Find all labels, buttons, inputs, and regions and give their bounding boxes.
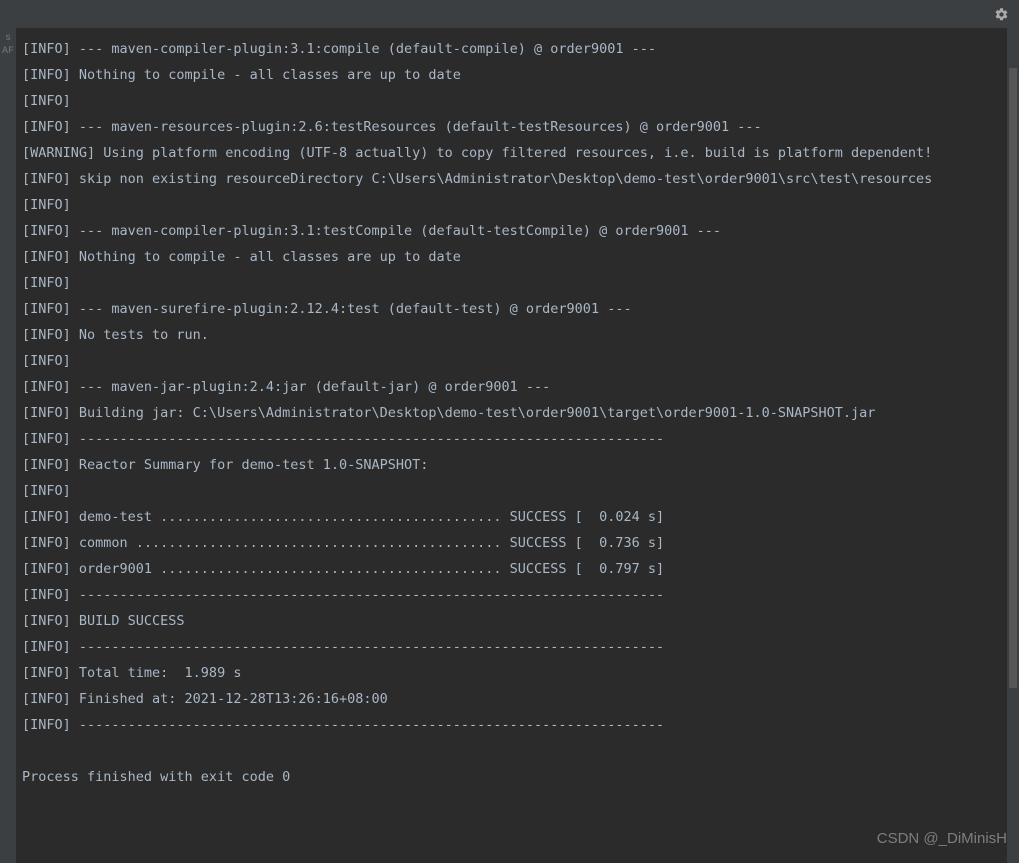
console-gutter: s AF [0, 28, 16, 863]
scrollbar-track[interactable] [1007, 28, 1019, 863]
scrollbar-thumb[interactable] [1009, 68, 1017, 688]
gutter-mark: s [0, 32, 16, 45]
gutter-mark: AF [0, 45, 16, 58]
console-output-wrap: [INFO] --- maven-compiler-plugin:3.1:com… [16, 28, 1019, 863]
console-output[interactable]: [INFO] --- maven-compiler-plugin:3.1:com… [16, 28, 1019, 863]
console-toolbar [0, 0, 1019, 28]
gear-icon[interactable] [993, 6, 1009, 22]
console-text: [INFO] --- maven-compiler-plugin:3.1:com… [22, 36, 1015, 790]
console-body: s AF [INFO] --- maven-compiler-plugin:3.… [0, 28, 1019, 863]
ide-console-panel: s AF [INFO] --- maven-compiler-plugin:3.… [0, 0, 1019, 863]
